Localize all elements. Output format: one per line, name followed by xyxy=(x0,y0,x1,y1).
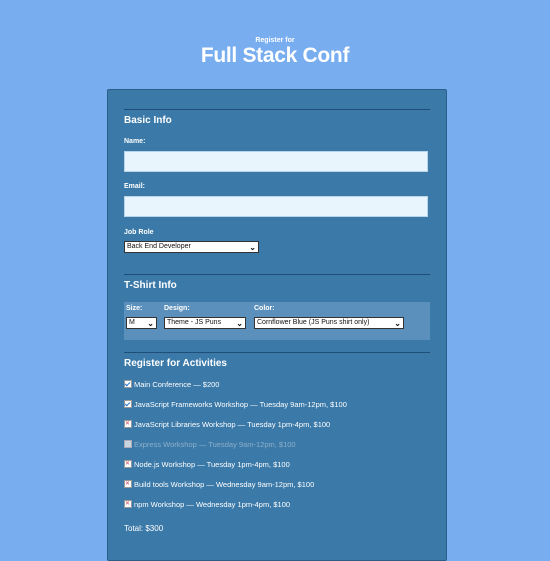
checkbox-icon[interactable] xyxy=(124,458,132,470)
chevron-down-icon: ⌄ xyxy=(147,319,154,328)
checkbox-icon[interactable] xyxy=(124,418,132,430)
activity-item[interactable]: Build tools Workshop — Wednesday 9am-12p… xyxy=(124,478,315,491)
activity-label: JavaScript Libraries Workshop — Tuesday … xyxy=(134,420,331,429)
tshirt-info-heading: T-Shirt Info xyxy=(124,280,177,291)
activity-item[interactable]: Node.js Workshop — Tuesday 1pm-4pm, $100 xyxy=(124,458,290,471)
color-selected: Cornflower Blue (JS Puns shirt only) xyxy=(257,319,370,326)
design-selected: Theme - JS Puns xyxy=(167,319,222,326)
activity-item[interactable]: JavaScript Frameworks Workshop — Tuesday… xyxy=(124,399,347,411)
chevron-down-icon: ⌄ xyxy=(394,319,401,328)
activity-item[interactable]: JavaScript Libraries Workshop — Tuesday … xyxy=(124,418,331,431)
page-title: Full Stack Conf xyxy=(200,44,350,67)
tshirt-options-panel: Size: M ⌄ Design: Theme - JS Puns ⌄ Colo… xyxy=(124,302,430,340)
job-role-selected: Back End Developer xyxy=(127,243,191,250)
activity-item[interactable]: npm Workshop — Wednesday 1pm-4pm, $100 xyxy=(124,498,291,511)
checkbox-icon xyxy=(124,440,132,449)
activity-label: Node.js Workshop — Tuesday 1pm-4pm, $100 xyxy=(134,460,290,469)
size-label: Size: xyxy=(126,305,143,312)
activity-label: Express Workshop — Tuesday 9am-12pm, $10… xyxy=(134,440,296,449)
section-divider xyxy=(124,109,430,110)
activity-label: Main Conference — $200 xyxy=(134,380,220,389)
section-divider xyxy=(124,352,430,353)
activity-label: npm Workshop — Wednesday 1pm-4pm, $100 xyxy=(134,500,291,509)
page-subtitle: Register for xyxy=(255,37,295,44)
activities-heading: Register for Activities xyxy=(124,358,227,369)
total-price: Total: $300 xyxy=(124,524,164,533)
checkbox-icon[interactable] xyxy=(124,380,132,389)
email-input[interactable] xyxy=(124,196,428,217)
registration-form: Basic Info Name: Email: Job Role Back En… xyxy=(107,89,447,561)
activity-item[interactable]: Main Conference — $200 xyxy=(124,379,219,391)
name-input[interactable] xyxy=(124,151,428,172)
chevron-down-icon: ⌄ xyxy=(236,319,243,328)
email-label: Email: xyxy=(124,183,146,190)
checkbox-icon[interactable] xyxy=(124,478,132,490)
checkbox-icon[interactable] xyxy=(124,400,132,409)
activity-label: JavaScript Frameworks Workshop — Tuesday… xyxy=(134,400,347,409)
job-role-select[interactable]: Back End Developer ⌄ xyxy=(124,241,259,253)
activity-item: Express Workshop — Tuesday 9am-12pm, $10… xyxy=(124,439,296,451)
basic-info-heading: Basic Info xyxy=(124,115,172,126)
color-select[interactable]: Cornflower Blue (JS Puns shirt only) ⌄ xyxy=(254,317,404,329)
checkbox-icon[interactable] xyxy=(124,498,132,510)
color-label: Color: xyxy=(254,305,275,312)
size-selected: M xyxy=(129,319,135,326)
chevron-down-icon: ⌄ xyxy=(249,243,256,252)
name-label: Name: xyxy=(124,138,146,145)
design-label: Design: xyxy=(164,305,190,312)
activity-label: Build tools Workshop — Wednesday 9am-12p… xyxy=(134,480,315,489)
section-divider xyxy=(124,274,430,275)
job-role-label: Job Role xyxy=(124,229,154,236)
size-select[interactable]: M ⌄ xyxy=(126,317,157,329)
design-select[interactable]: Theme - JS Puns ⌄ xyxy=(164,317,246,329)
